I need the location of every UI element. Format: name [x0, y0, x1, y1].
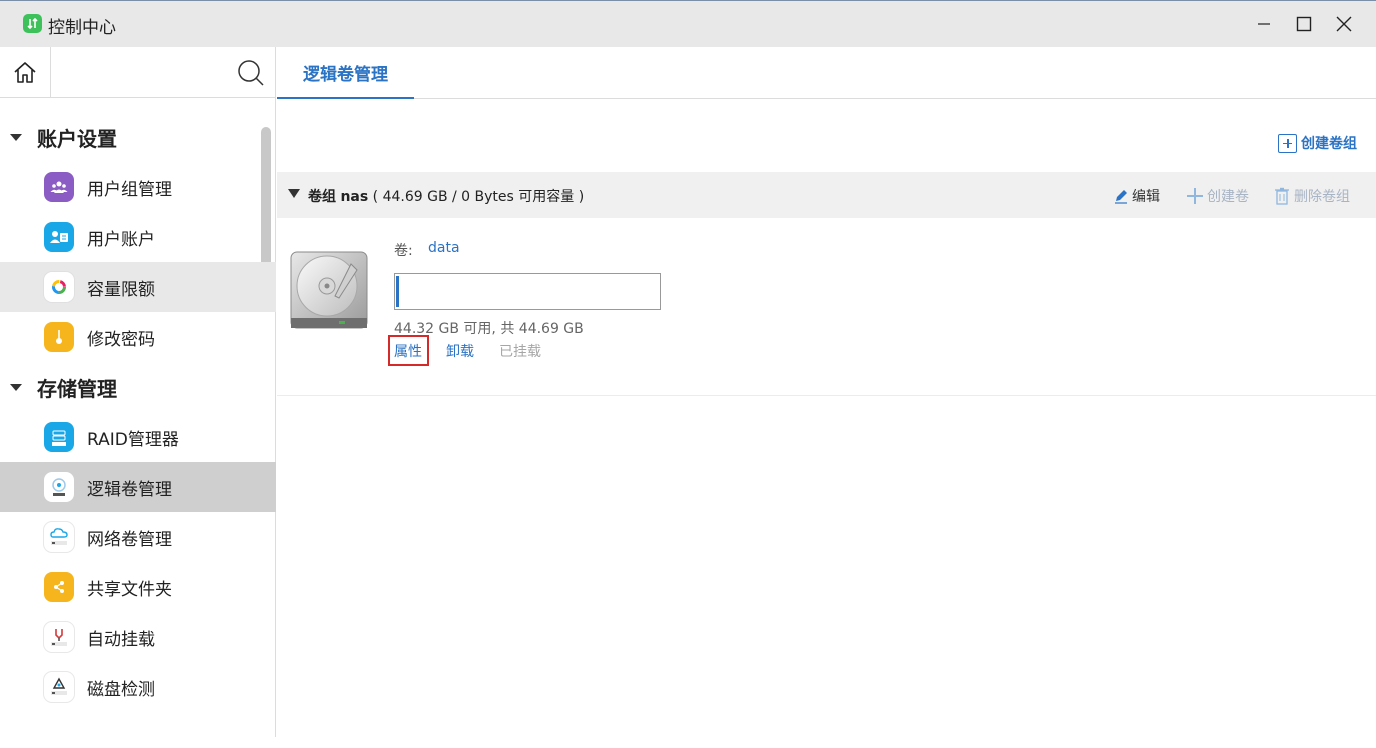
sidebar-item-label: 用户账户	[87, 230, 155, 250]
plus-icon	[1187, 188, 1203, 204]
main-panel: 逻辑卷管理 创建卷组 卷组 nas ( 44.69 GB / 0 Bytes 可…	[277, 47, 1376, 737]
group-account-settings[interactable]: 账户设置	[0, 112, 260, 162]
network-volume-icon	[44, 522, 74, 552]
volume-group-name: nas	[340, 189, 369, 205]
sidebar-item-raid[interactable]: RAID管理器	[0, 412, 276, 462]
window-title: 控制中心	[48, 18, 116, 38]
maximize-button[interactable]	[1284, 8, 1324, 40]
minimize-button[interactable]	[1244, 8, 1284, 40]
sidebar-item-label: 网络卷管理	[87, 530, 172, 550]
add-box-icon	[1278, 133, 1297, 153]
auto-mount-icon	[44, 622, 74, 652]
sidebar: 账户设置 用户组管理 用户账户 容量限额 修改密码 存储管理 RAID管理器 逻…	[0, 47, 276, 737]
hard-disk-icon	[290, 251, 368, 329]
sidebar-item-disk-check[interactable]: 磁盘检测	[0, 662, 276, 712]
user-account-icon	[44, 222, 74, 252]
sidebar-item-auto-mount[interactable]: 自动挂载	[0, 612, 276, 662]
edit-volume-group-button[interactable]: 编辑	[1113, 186, 1160, 206]
group-label: 存储管理	[37, 376, 117, 401]
sidebar-item-label: 逻辑卷管理	[87, 480, 172, 500]
collapse-triangle-icon[interactable]	[288, 189, 300, 198]
sidebar-item-quota[interactable]: 容量限额	[0, 262, 276, 312]
mounted-status: 已挂载	[499, 344, 541, 360]
lvm-icon	[44, 472, 74, 502]
window-bottom-edge	[0, 737, 1376, 748]
pencil-icon	[1115, 190, 1127, 204]
home-button[interactable]	[0, 47, 51, 98]
edit-label: 编辑	[1132, 189, 1160, 205]
password-icon	[44, 322, 74, 352]
minimize-icon	[1258, 23, 1270, 25]
quota-icon	[44, 272, 74, 302]
group-label: 账户设置	[37, 126, 117, 151]
sidebar-item-label: 磁盘检测	[87, 680, 155, 700]
volume-group-prefix: 卷组	[308, 189, 336, 205]
create-volume-group-label: 创建卷组	[1301, 136, 1357, 152]
collapse-triangle-icon	[10, 133, 22, 141]
volume-group-header: 卷组 nas ( 44.69 GB / 0 Bytes 可用容量 ) 编辑 创建…	[277, 172, 1376, 218]
tab-bar: 逻辑卷管理	[277, 47, 1376, 99]
sidebar-item-label: 用户组管理	[87, 180, 172, 200]
close-button[interactable]	[1324, 8, 1364, 40]
raid-icon	[44, 422, 74, 452]
delete-volume-group-button[interactable]: 删除卷组	[1274, 186, 1350, 206]
sidebar-item-label: 自动挂载	[87, 630, 155, 650]
sidebar-item-label: 容量限额	[87, 280, 155, 300]
highlight-box	[388, 335, 429, 366]
maximize-icon	[1296, 16, 1312, 32]
volume-group-summary: ( 44.69 GB / 0 Bytes 可用容量 )	[372, 189, 585, 205]
disk-check-icon	[44, 672, 74, 702]
tab-lvm[interactable]: 逻辑卷管理	[277, 47, 414, 99]
sidebar-item-user-account[interactable]: 用户账户	[0, 212, 276, 262]
share-folder-icon	[44, 572, 74, 602]
volume-usage-fill	[396, 276, 399, 307]
volume-row: 卷: data 44.32 GB 可用, 共 44.69 GB 属性 卸载 已挂…	[277, 218, 1376, 396]
sidebar-item-change-password[interactable]: 修改密码	[0, 312, 276, 362]
home-icon	[14, 61, 36, 83]
delete-volume-group-label: 删除卷组	[1294, 189, 1350, 205]
collapse-triangle-icon	[10, 383, 22, 391]
sidebar-item-lvm[interactable]: 逻辑卷管理	[0, 462, 276, 512]
sidebar-item-share-folder[interactable]: 共享文件夹	[0, 562, 276, 612]
group-storage-management[interactable]: 存储管理	[0, 362, 260, 412]
search-button[interactable]	[234, 56, 268, 90]
sidebar-item-user-group[interactable]: 用户组管理	[0, 162, 276, 212]
sidebar-item-label: 修改密码	[87, 330, 155, 350]
search-icon	[238, 60, 264, 86]
app-icon	[23, 14, 42, 33]
sidebar-toolbar	[0, 47, 276, 98]
volume-group-title: 卷组 nas ( 44.69 GB / 0 Bytes 可用容量 )	[308, 186, 584, 206]
user-group-icon	[44, 172, 74, 202]
create-volume-group-button[interactable]: 创建卷组	[1278, 132, 1357, 154]
close-icon	[1336, 16, 1352, 32]
title-bar: 控制中心	[0, 0, 1376, 47]
sidebar-item-label: RAID管理器	[87, 430, 179, 450]
volume-name-link[interactable]: data	[428, 240, 460, 256]
volume-label: 卷:	[394, 243, 413, 259]
create-volume-button[interactable]: 创建卷	[1186, 186, 1249, 206]
unmount-link[interactable]: 卸载	[446, 341, 474, 361]
create-volume-label: 创建卷	[1207, 189, 1249, 205]
sidebar-item-network-volume[interactable]: 网络卷管理	[0, 512, 276, 562]
sidebar-item-label: 共享文件夹	[87, 580, 172, 600]
volume-usage-bar	[394, 273, 661, 310]
trash-icon	[1275, 187, 1289, 205]
